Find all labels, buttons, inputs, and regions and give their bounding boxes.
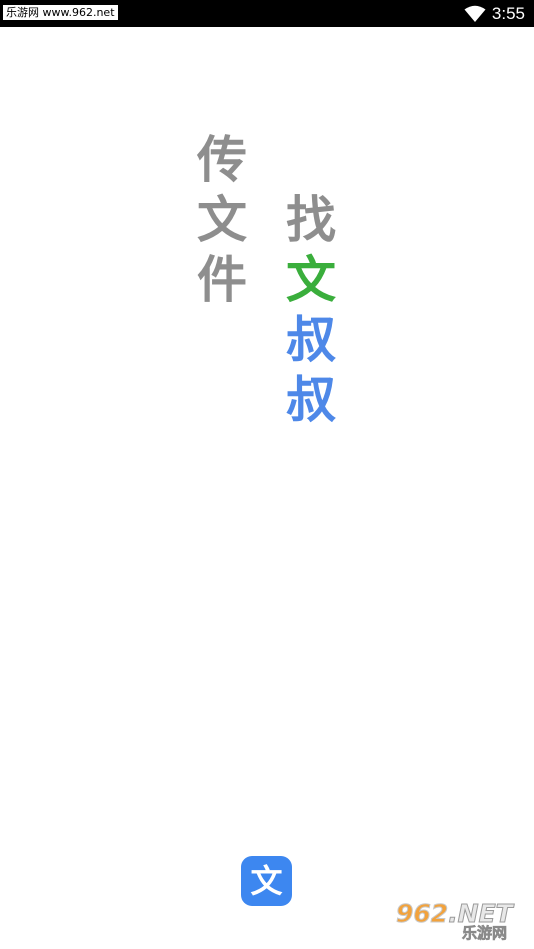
slogan-char: 叔	[286, 311, 336, 369]
status-clock: 3:55	[491, 4, 525, 23]
watermark-brand-number: 962	[395, 899, 449, 928]
slogan-left-column: 传 文 件	[194, 130, 250, 310]
slogan-char: 件	[197, 251, 247, 309]
slogan-char: 文	[286, 251, 336, 309]
slogan-char: 传	[197, 131, 247, 189]
slogan-char: 找	[286, 191, 336, 249]
slogan-right-column: 找 文 叔 叔	[283, 190, 339, 430]
watermark-label: 乐游网 www.962.net	[3, 5, 118, 20]
status-bar: 乐游网 www.962.net 3:55	[0, 0, 534, 27]
slogan-char: 叔	[286, 371, 336, 429]
watermark-logo: 962.NET 乐游网	[395, 899, 530, 944]
app-logo-glyph: 文	[250, 862, 283, 900]
watermark-name: 乐游网	[462, 924, 508, 943]
slogan-char: 文	[197, 191, 247, 249]
app-logo-icon: 文	[241, 856, 292, 906]
wifi-icon	[464, 5, 486, 22]
